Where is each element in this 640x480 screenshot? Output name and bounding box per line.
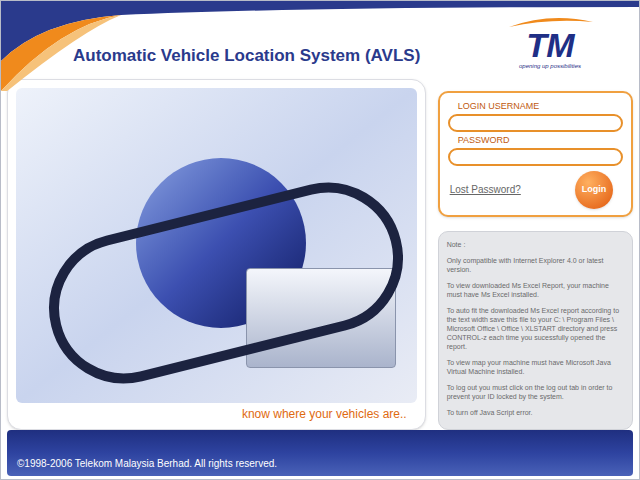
note-line: Only compatible with Internet Explorer 4…: [447, 256, 624, 274]
note-line: To auto fit the downloaded Ms Excel repo…: [447, 306, 624, 351]
main-area: know where your vehicles are.. LOGIN USER…: [1, 79, 639, 430]
page-title: Automatic Vehicle Location System (AVLS): [73, 43, 420, 69]
logo-tagline: opening up possibilities: [519, 63, 581, 69]
banner-image: [16, 88, 417, 403]
login-actions: Lost Password? Login: [448, 171, 623, 209]
side-column: LOGIN USERNAME PASSWORD Lost Password? Logi…: [438, 79, 633, 430]
banner-caption: know where your vehicles are..: [16, 403, 417, 421]
logo-mark: TM: [526, 28, 573, 62]
lost-password-link[interactable]: Lost Password?: [450, 182, 521, 197]
field-input[interactable]: [448, 114, 623, 132]
note-title: Note :: [447, 240, 624, 249]
banner-card: know where your vehicles are..: [7, 79, 426, 430]
login-panel: LOGIN USERNAME PASSWORD Lost Password? Logi…: [438, 91, 633, 217]
truck-shape: [246, 268, 396, 368]
note-line: To turn off Java Script error.: [447, 408, 624, 417]
header: Automatic Vehicle Location System (AVLS)…: [1, 1, 639, 79]
login-button[interactable]: Login: [575, 171, 613, 209]
note-line: To log out you must click on the log out…: [447, 383, 624, 401]
footer: ©1998-2006 Telekom Malaysia Berhad. All …: [7, 430, 633, 476]
note-line: To view map your machine must have Micro…: [447, 358, 624, 376]
note-panel: Note : Only compatible with Internet Expl…: [438, 231, 633, 430]
field-label: LOGIN USERNAME: [448, 101, 623, 112]
logo-swoosh-icon: [505, 16, 595, 28]
footer-copyright: ©1998-2006 Telekom Malaysia Berhad. All …: [17, 458, 277, 470]
note-line: To view downloaded Ms Excel Report, your…: [447, 281, 624, 299]
field-input[interactable]: [448, 148, 623, 166]
avls-login-page: Automatic Vehicle Location System (AVLS)…: [0, 0, 640, 480]
login-field: LOGIN USERNAME: [448, 101, 623, 132]
field-label: PASSWORD: [448, 135, 623, 146]
tm-logo: TMopening up possibilities: [505, 16, 595, 69]
login-field: PASSWORD: [448, 135, 623, 166]
